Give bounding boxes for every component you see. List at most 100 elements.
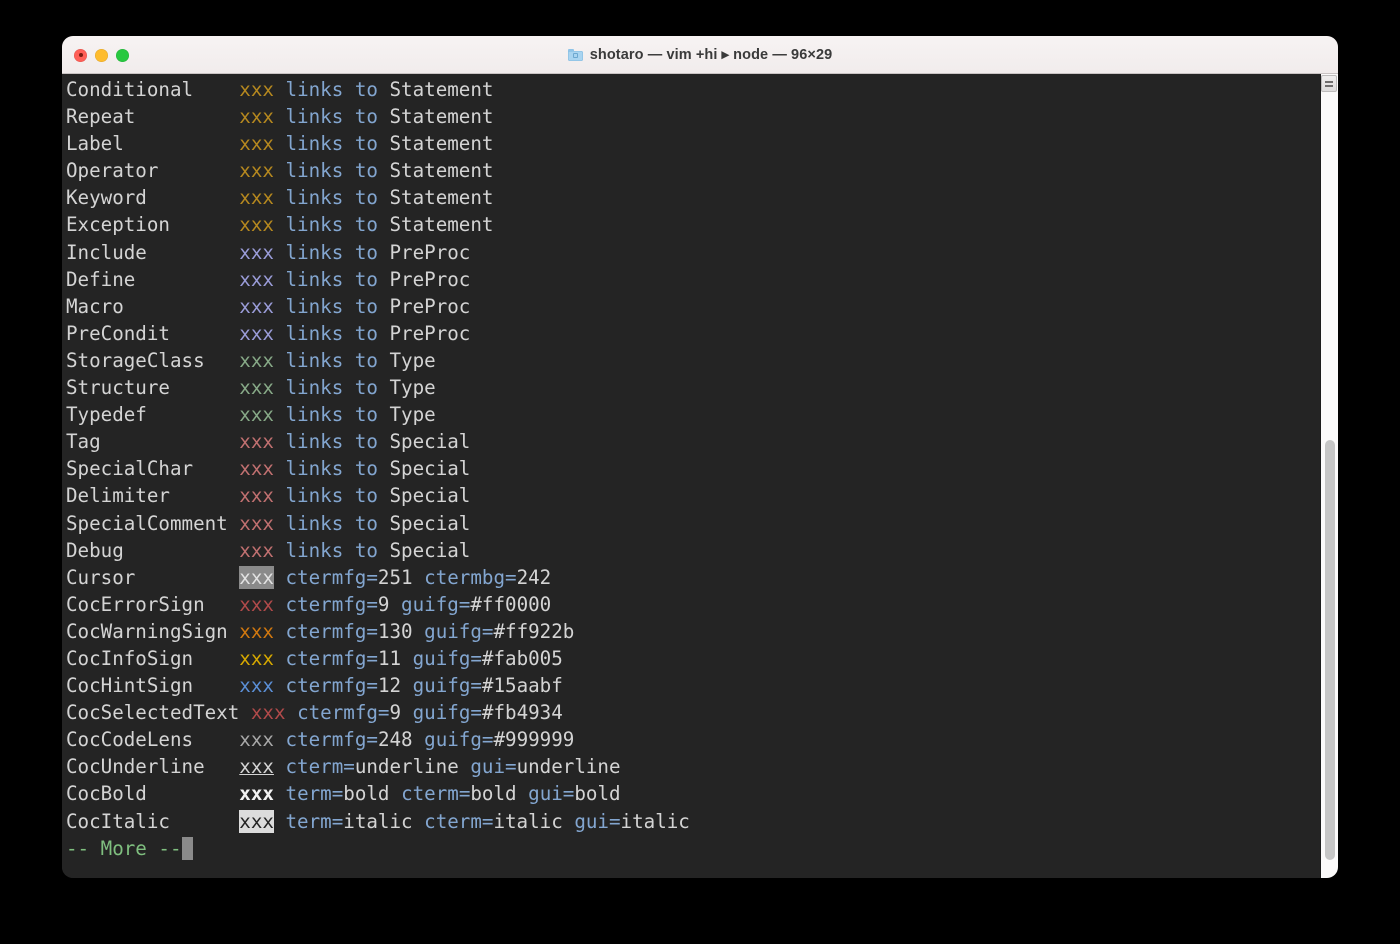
attribute-value: 242 — [516, 565, 552, 589]
more-prompt: -- More -- — [66, 836, 194, 860]
highlight-link-target: Statement — [389, 105, 494, 129]
highlight-group-row: CocHintSign xxx ctermfg=12 guifg=#15aabf — [66, 674, 563, 697]
highlight-group-row: Conditional xxx links to Statement — [66, 78, 493, 101]
links-to-label: links to — [285, 511, 378, 535]
highlight-group-row: Typedef xxx links to Type — [66, 403, 436, 426]
highlight-group-name: Exception — [66, 213, 170, 237]
terminal-screen[interactable]: Conditional xxx links to Statement Repea… — [62, 74, 1320, 878]
highlight-group-row: CocWarningSign xxx ctermfg=130 guifg=#ff… — [66, 620, 574, 643]
terminal-scrollbar[interactable] — [1320, 74, 1338, 878]
maximize-button[interactable] — [116, 48, 129, 62]
highlight-group-row: CocCodeLens xxx ctermfg=248 guifg=#99999… — [66, 728, 574, 751]
highlight-link-target: Special — [389, 538, 471, 562]
attribute-key: guifg= — [424, 728, 494, 752]
highlight-group-name: CocWarningSign — [66, 619, 228, 643]
more-prompt-text: -- More -- — [66, 836, 182, 860]
highlight-link-target: Type — [389, 403, 436, 427]
attribute-key: ctermfg= — [285, 646, 378, 670]
highlight-group-row: Label xxx links to Statement — [66, 132, 493, 155]
highlight-link-target: Statement — [389, 132, 494, 156]
highlight-link-target: Special — [389, 457, 471, 481]
highlight-group-name: Macro — [66, 294, 124, 318]
highlight-group-name: Label — [66, 132, 124, 156]
highlight-group-name: CocUnderline — [66, 755, 205, 779]
highlight-sample: xxx — [239, 78, 274, 101]
highlight-group-name: CocSelectedText — [66, 701, 240, 725]
highlight-sample: xxx — [250, 701, 286, 725]
highlight-link-target: Type — [389, 376, 436, 400]
attribute-value: #ff0000 — [470, 592, 552, 616]
attribute-value: #fab005 — [481, 646, 563, 670]
minimize-button[interactable] — [95, 48, 108, 62]
window-titlebar[interactable]: shotaro — vim +hi ▸ node — 96×29 — [62, 36, 1338, 74]
attribute-key: cterm= — [424, 809, 494, 833]
highlight-sample: xxx — [239, 674, 274, 698]
highlight-group-row: CocSelectedText xxx ctermfg=9 guifg=#fb4… — [66, 701, 563, 724]
attribute-key: ctermfg= — [285, 565, 378, 589]
attribute-key: cterm= — [285, 755, 355, 779]
links-to-label: links to — [285, 105, 378, 129]
highlight-link-target: Special — [389, 511, 471, 535]
links-to-label: links to — [285, 376, 378, 400]
attribute-value: underline — [354, 755, 459, 779]
highlight-link-target: Special — [389, 430, 471, 454]
highlight-group-name: Cursor — [66, 565, 136, 589]
highlight-group-row: CocUnderline xxx cterm=underline gui=und… — [66, 755, 621, 778]
highlight-group-row: Define xxx links to PreProc — [66, 268, 470, 291]
highlight-group-row: Macro xxx links to PreProc — [66, 295, 470, 318]
highlight-sample: xxx — [239, 782, 274, 806]
attribute-value: #999999 — [493, 728, 575, 752]
highlight-group-name: CocCodeLens — [66, 728, 194, 752]
links-to-label: links to — [285, 213, 378, 237]
highlight-group-name: Operator — [66, 159, 159, 183]
attribute-key: gui= — [528, 782, 575, 806]
split-pane-icon[interactable] — [1321, 75, 1337, 92]
links-to-label: links to — [285, 403, 378, 427]
attribute-key: guifg= — [401, 592, 471, 616]
highlight-sample: xxx — [239, 186, 274, 210]
links-to-label: links to — [285, 321, 378, 345]
attribute-value: 12 — [377, 674, 402, 698]
highlight-group-row: Tag xxx links to Special — [66, 430, 470, 453]
attribute-key: cterm= — [401, 782, 471, 806]
highlight-group-name: Typedef — [66, 403, 147, 427]
highlight-sample: xxx — [239, 105, 274, 129]
highlight-sample: xxx — [239, 538, 274, 562]
highlight-sample: xxx — [239, 457, 274, 481]
attribute-value: 9 — [377, 592, 390, 616]
window-title: shotaro — vim +hi ▸ node — 96×29 — [62, 47, 1338, 63]
highlight-group-name: Keyword — [66, 186, 147, 210]
links-to-label: links to — [285, 484, 378, 508]
highlight-group-name: Define — [66, 267, 136, 291]
highlight-group-name: Repeat — [66, 105, 136, 129]
highlight-link-target: Statement — [389, 159, 494, 183]
highlight-sample: xxx — [239, 403, 274, 427]
folder-icon — [567, 48, 583, 61]
attribute-key: guifg= — [412, 701, 482, 725]
highlight-group-name: CocInfoSign — [66, 646, 194, 670]
links-to-label: links to — [285, 78, 378, 101]
highlight-sample: xxx — [239, 376, 274, 400]
highlight-group-row: SpecialChar xxx links to Special — [66, 457, 470, 480]
highlight-group-row: CocBold xxx term=bold cterm=bold gui=bol… — [66, 782, 621, 805]
terminal-window: shotaro — vim +hi ▸ node — 96×29 Conditi… — [62, 36, 1338, 878]
close-button[interactable] — [74, 48, 87, 62]
highlight-group-name: StorageClass — [66, 348, 205, 372]
links-to-label: links to — [285, 457, 378, 481]
highlight-group-row: Exception xxx links to Statement — [66, 213, 493, 236]
highlight-group-name: PreCondit — [66, 321, 170, 345]
links-to-label: links to — [285, 186, 378, 210]
highlight-group-row: CocInfoSign xxx ctermfg=11 guifg=#fab005 — [66, 647, 563, 670]
terminal-body: Conditional xxx links to Statement Repea… — [62, 74, 1338, 878]
highlight-group-name: CocItalic — [66, 809, 170, 833]
highlight-link-target: Special — [389, 484, 471, 508]
highlight-group-name: CocHintSign — [66, 674, 194, 698]
attribute-value: 251 — [377, 565, 413, 589]
highlight-group-name: SpecialComment — [66, 511, 228, 535]
scrollbar-thumb[interactable] — [1325, 440, 1335, 860]
attribute-key: guifg= — [412, 646, 482, 670]
highlight-group-name: Delimiter — [66, 484, 170, 508]
text-cursor — [181, 836, 194, 860]
highlight-sample: xxx — [239, 646, 274, 670]
links-to-label: links to — [285, 159, 378, 183]
